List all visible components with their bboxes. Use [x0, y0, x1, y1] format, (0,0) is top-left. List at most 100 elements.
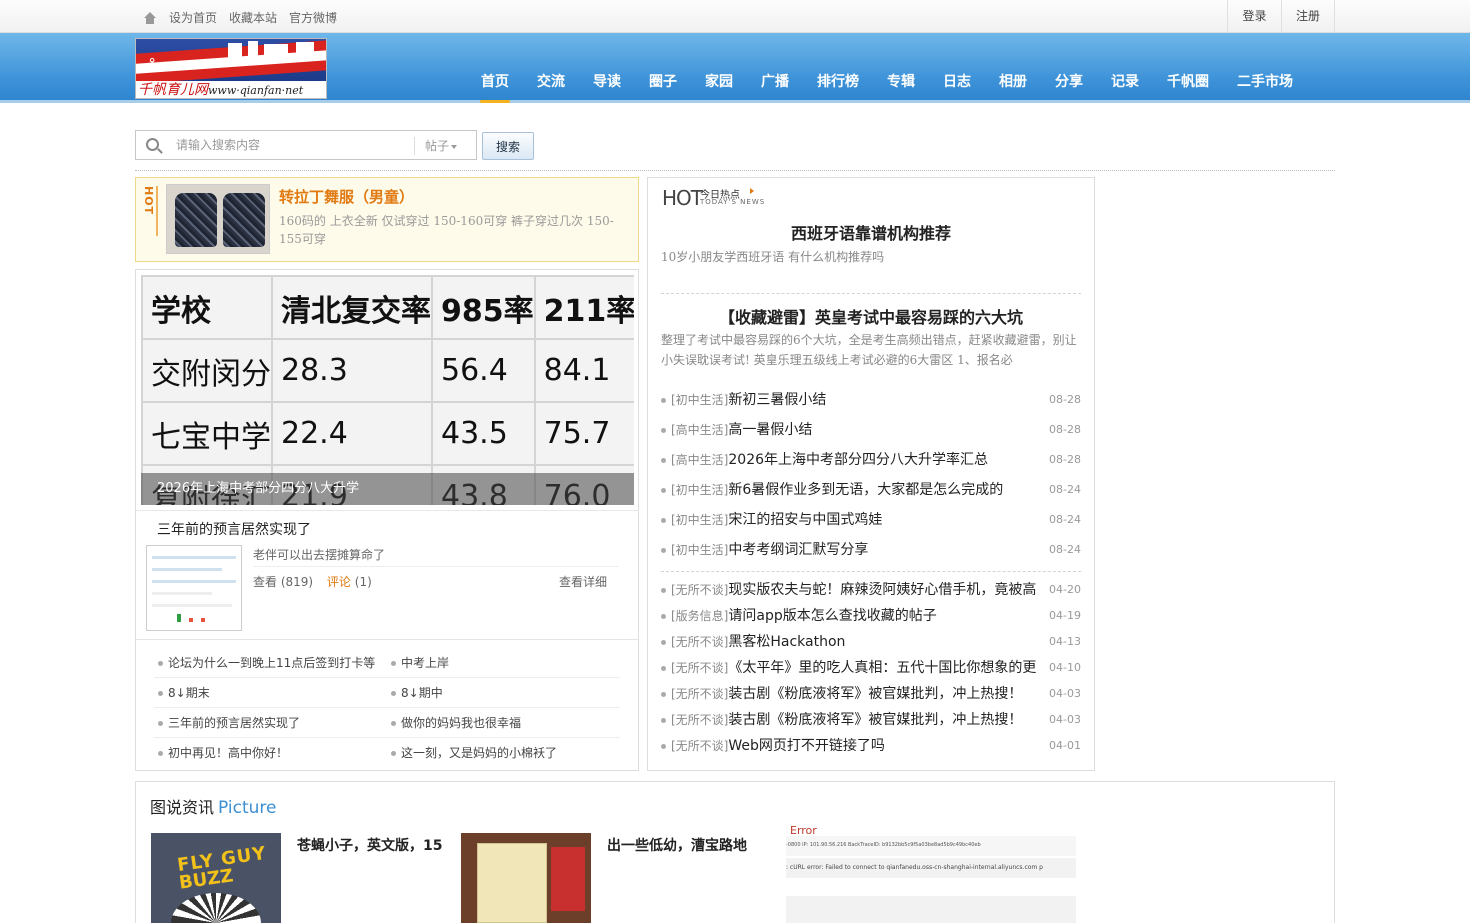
- bullet-icon: [661, 398, 666, 403]
- nav-item[interactable]: 交流: [523, 67, 579, 103]
- arrow-right-icon: [750, 188, 754, 194]
- hot-image[interactable]: [166, 184, 270, 254]
- news-item[interactable]: [无所不谈]黑客松Hackathon 04-13: [661, 629, 1081, 655]
- picture-title[interactable]: 苍蝇小子，英文版，15: [297, 835, 442, 855]
- nav-item[interactable]: 二手市场: [1223, 67, 1307, 103]
- nav-item[interactable]: 分享: [1041, 67, 1097, 103]
- search-scope-select[interactable]: 帖子: [414, 137, 474, 155]
- news-item[interactable]: [初中生活]新6暑假作业多到无语，大家都是怎么完成的 08-24: [661, 475, 1081, 505]
- list-item[interactable]: 8↓期中: [387, 678, 620, 707]
- news-title: 《太平年》里的吃人真相：五代十国比你想象的更: [728, 660, 1037, 676]
- featured-title[interactable]: 西班牙语靠谱机构推荐: [648, 220, 1094, 244]
- bullet-icon: [391, 721, 396, 726]
- featured-title[interactable]: 【收藏避雷】英皇考试中最容易踩的六大坑: [648, 304, 1094, 328]
- topic-comments-link[interactable]: 评论: [327, 575, 351, 589]
- news-item[interactable]: [无所不谈]《太平年》里的吃人真相：五代十国比你想象的更 04-10: [661, 655, 1081, 681]
- news-item[interactable]: [初中生活]中考考纲词汇默写分享 08-24: [661, 535, 1081, 565]
- table-cell: 211率: [533, 275, 634, 340]
- news-item[interactable]: [版务信息]请问app版本怎么查找收藏的帖子 04-19: [661, 603, 1081, 629]
- news-title: 中考考纲词汇默写分享: [728, 542, 869, 558]
- topic-thumbnail[interactable]: [146, 545, 242, 631]
- search-box: 帖子: [135, 130, 477, 160]
- bullet-icon: [661, 744, 666, 749]
- nav-item[interactable]: 专辑: [873, 67, 929, 103]
- set-home-link[interactable]: 设为首页: [169, 9, 217, 26]
- news-date: 08-24: [1043, 505, 1081, 535]
- topic-meta: 查看 (819) 评论 (1) 查看详细: [253, 566, 619, 594]
- bullet-icon: [661, 718, 666, 723]
- news-category: [初中生活]: [671, 543, 729, 557]
- weibo-link[interactable]: 官方微博: [289, 9, 337, 26]
- nav-item[interactable]: 相册: [985, 67, 1041, 103]
- nav-item[interactable]: 千帆圈: [1153, 67, 1223, 103]
- list-item[interactable]: 8↓期末: [154, 678, 387, 707]
- bullet-icon: [391, 661, 396, 666]
- news-item[interactable]: [无所不谈]Web网页打不开链接了吗 04-01: [661, 733, 1081, 759]
- bullet-icon: [661, 548, 666, 553]
- news-category: [高中生活]: [671, 423, 729, 437]
- news-category: [无所不谈]: [671, 713, 729, 727]
- list-row: 初中再见！高中你好！ 这一刻，又是妈妈的小棉袄了: [154, 738, 620, 768]
- section-title: 图说资讯 Picture: [150, 798, 277, 818]
- table-cell: 84.1: [533, 338, 634, 403]
- list-item[interactable]: 初中再见！高中你好！: [154, 738, 387, 768]
- picture-thumb[interactable]: [461, 833, 591, 923]
- news-title: 新6暑假作业多到无语，大家都是怎么完成的: [728, 482, 1004, 498]
- news-date: 08-28: [1043, 415, 1081, 445]
- top-links: 设为首页 收藏本站 官方微博: [143, 9, 337, 26]
- news-item[interactable]: [无所不谈]装古剧《粉底液将军》被官媒批判，冲上热搜！ 04-03: [661, 707, 1081, 733]
- topic-detail-link[interactable]: 查看详细: [559, 567, 607, 597]
- nav-item[interactable]: 广播: [747, 67, 803, 103]
- news-date: 08-24: [1043, 535, 1081, 565]
- list-item[interactable]: 中考上岸: [387, 648, 620, 677]
- news-title: 现实版农夫与蛇！麻辣烫阿姨好心借手机，竟被高: [728, 582, 1037, 598]
- bookmark-link[interactable]: 收藏本站: [229, 9, 277, 26]
- site-logo[interactable]: ⚓ 千帆育儿网www·qianfan·net: [135, 38, 327, 99]
- list-item[interactable]: 这一刻，又是妈妈的小棉袄了: [387, 738, 620, 768]
- nav-item[interactable]: 记录: [1097, 67, 1153, 103]
- nav-item[interactable]: 家园: [691, 67, 747, 103]
- hot-title[interactable]: 转拉丁舞服（男童）: [279, 186, 414, 207]
- nav-item[interactable]: 日志: [929, 67, 985, 103]
- divider: [661, 293, 1081, 294]
- news-item[interactable]: [高中生活]2026年上海中考部分四分八大升学率汇总 08-28: [661, 445, 1081, 475]
- news-item[interactable]: [高中生活]高一暑假小结 08-28: [661, 415, 1081, 445]
- news-list: [初中生活]新初三暑假小结 08-28 [高中生活]高一暑假小结 08-28 [高中生活…: [661, 385, 1081, 565]
- nav-item[interactable]: 导读: [579, 67, 635, 103]
- login-link[interactable]: 登录: [1227, 0, 1281, 33]
- news-date: 04-13: [1043, 629, 1081, 655]
- news-title: 黑客松Hackathon: [728, 634, 846, 650]
- news-item[interactable]: [初中生活]宋江的招安与中国式鸡娃 08-24: [661, 505, 1081, 535]
- top-utility-bar: 设为首页 收藏本站 官方微博 登录 注册: [0, 0, 1470, 33]
- news-item[interactable]: [无所不谈]装古剧《粉底液将军》被官媒批判，冲上热搜！ 04-03: [661, 681, 1081, 707]
- picture-section: 图说资讯 Picture FLY GUY BUZZ 苍蝇小子，英文版，15 出一些…: [135, 781, 1335, 923]
- picture-thumb[interactable]: FLY GUY BUZZ: [151, 833, 281, 923]
- topic-title[interactable]: 三年前的预言居然实现了: [157, 519, 311, 539]
- news-date: 04-20: [1043, 577, 1081, 603]
- picture-title[interactable]: 出一些低幼，漕宝路地: [607, 835, 747, 855]
- news-item[interactable]: [初中生活]新初三暑假小结 08-28: [661, 385, 1081, 415]
- table-cell: 75.7: [533, 401, 634, 466]
- news-category: [高中生活]: [671, 453, 729, 467]
- list-item[interactable]: 做你的妈妈我也很幸福: [387, 708, 620, 737]
- register-link[interactable]: 注册: [1281, 0, 1335, 33]
- table-cell: 交附闵分: [141, 338, 273, 403]
- news-title: 装古剧《粉底液将军》被官媒批判，冲上热搜！: [728, 712, 1023, 728]
- list-item[interactable]: 论坛为什么一到晚上11点后签到打卡等: [154, 648, 387, 677]
- picture-thumb-error[interactable]: Error -0800 IP: 101.90.56.216 BackTraceI…: [786, 824, 1076, 923]
- slide-caption[interactable]: 2026年上海中考部分四分八大升学: [141, 473, 634, 505]
- nav-item[interactable]: 首页: [467, 67, 523, 103]
- slideshow[interactable]: 学校 清北复交率 985率 211率 交附闵分 28.3 56.4 84.1 七宝中学 22.4 4…: [141, 275, 634, 505]
- table-cell: 清北复交率: [271, 275, 433, 340]
- nav-item[interactable]: 圈子: [635, 67, 691, 103]
- search-button[interactable]: 搜索: [482, 132, 534, 160]
- list-item-label: 这一刻，又是妈妈的小棉袄了: [401, 746, 558, 760]
- list-item[interactable]: 三年前的预言居然实现了: [154, 708, 387, 737]
- news-item[interactable]: [无所不谈]现实版农夫与蛇！麻辣烫阿姨好心借手机，竟被高 04-20: [661, 577, 1081, 603]
- news-date: 04-03: [1043, 707, 1081, 733]
- list-item-label: 做你的妈妈我也很幸福: [401, 716, 522, 730]
- nav-item[interactable]: 排行榜: [803, 67, 873, 103]
- news-date: 08-28: [1043, 445, 1081, 475]
- table-cell: 22.4: [271, 401, 433, 466]
- search-input[interactable]: [176, 134, 416, 156]
